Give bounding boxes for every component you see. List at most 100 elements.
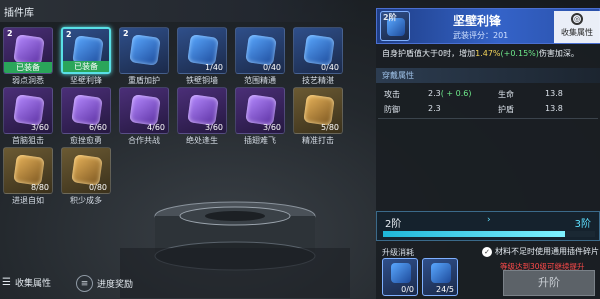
tier-to: 3阶 bbox=[574, 219, 591, 230]
attack-value: 2.3( + 0.6) bbox=[428, 89, 472, 98]
detail-title: 坚壁利锋 bbox=[453, 14, 502, 28]
plugin-count: 3/60 bbox=[205, 123, 223, 132]
plugin-card[interactable]: 6/60 愈挫愈勇 bbox=[60, 87, 112, 148]
plugin-tile: 0/80 bbox=[61, 147, 111, 194]
plugin-name: 坚壁利锋 bbox=[70, 76, 102, 85]
library-title-bar: 插件库 bbox=[0, 0, 360, 22]
plugin-level: 2 bbox=[66, 30, 72, 39]
material-icon bbox=[431, 263, 451, 283]
collect-attr-tab[interactable]: ◎ 收集属性 bbox=[554, 11, 600, 43]
attr-divider bbox=[378, 118, 598, 119]
plugin-name: 重盾加护 bbox=[128, 76, 160, 85]
defense-label: 防御 bbox=[384, 105, 400, 114]
machine-decoration bbox=[120, 201, 350, 298]
material-slot[interactable]: 0/0 bbox=[382, 258, 418, 296]
use-generic-toggle[interactable]: ✓ 材料不足时使用通用插件碎片 bbox=[482, 246, 599, 257]
plugin-icon bbox=[129, 34, 161, 66]
plugin-card[interactable]: 2 已装备 弱点洞悉 bbox=[2, 27, 54, 88]
plugin-card[interactable]: 2 重盾加护 bbox=[118, 27, 170, 88]
plugin-count: 3/60 bbox=[31, 123, 49, 132]
attack-label: 攻击 bbox=[384, 90, 400, 99]
plugin-name: 进退自如 bbox=[12, 196, 44, 205]
tier-from: 2阶 bbox=[385, 219, 402, 230]
plugin-icon bbox=[13, 94, 45, 126]
plugin-card[interactable]: 5/80 精准打击 bbox=[292, 87, 344, 148]
upgrade-button[interactable]: 升阶 bbox=[503, 270, 595, 296]
plugin-tile: 4/60 bbox=[119, 87, 169, 134]
progress-reward-button[interactable]: ≡ 进度奖励 bbox=[76, 275, 133, 292]
shield-value: 13.8 bbox=[545, 104, 563, 113]
plugin-icon bbox=[187, 94, 219, 126]
plugin-count: 3/60 bbox=[263, 123, 281, 132]
plugin-name: 精准打击 bbox=[302, 136, 334, 145]
plugin-icon bbox=[129, 94, 161, 126]
plugin-tile: 1/40 bbox=[177, 27, 227, 74]
plugin-name: 合作共战 bbox=[128, 136, 160, 145]
plugin-card[interactable]: 1/40 铁壁铜墙 bbox=[176, 27, 228, 88]
plugin-level: 2 bbox=[7, 29, 13, 38]
plugin-card[interactable]: 0/80 积少成多 bbox=[60, 147, 112, 208]
tier-progress-box: 2阶 › 3阶 bbox=[376, 211, 600, 241]
plugin-card[interactable]: 3/60 首脑狙击 bbox=[2, 87, 54, 148]
plugin-name: 积少成多 bbox=[70, 196, 102, 205]
collect-tab-label: 收集属性 bbox=[561, 28, 593, 37]
plugin-name: 铁壁铜墙 bbox=[186, 76, 218, 85]
plugin-count: 5/80 bbox=[321, 123, 339, 132]
plugin-count: 4/60 bbox=[147, 123, 165, 132]
hp-value: 13.8 bbox=[545, 89, 563, 98]
plugin-count: 0/40 bbox=[321, 63, 339, 72]
material-count: 0/0 bbox=[401, 285, 414, 294]
detail-header: 2阶 坚壁利锋 武装评分：201 ◎ 收集属性 bbox=[376, 8, 600, 44]
defense-value: 2.3 bbox=[428, 104, 441, 113]
plugin-tile: 2 bbox=[119, 27, 169, 74]
collect-attr-button[interactable]: ☰ 收集属性 bbox=[2, 276, 51, 289]
plugin-tile: 2 已装备 bbox=[61, 27, 111, 74]
hp-label: 生命 bbox=[498, 90, 514, 99]
tier-fill bbox=[383, 231, 566, 237]
plugin-name: 绝处逢生 bbox=[186, 136, 218, 145]
use-generic-label: 材料不足时使用通用插件碎片 bbox=[495, 247, 599, 256]
plugin-count: 0/80 bbox=[89, 183, 107, 192]
plugin-card[interactable]: 3/60 绝处逢生 bbox=[176, 87, 228, 148]
plugin-card[interactable]: 0/40 技艺精湛 bbox=[292, 27, 344, 88]
plugin-card[interactable]: 3/60 插翅难飞 bbox=[234, 87, 286, 148]
equipped-badge: 已装备 bbox=[4, 62, 52, 73]
material-slot[interactable]: 24/5 bbox=[422, 258, 458, 296]
plugin-card[interactable]: 2 已装备坚壁利锋 bbox=[60, 27, 112, 88]
detail-level: 2阶 bbox=[383, 13, 397, 22]
progress-reward-label: 进度奖励 bbox=[97, 280, 134, 290]
plugin-card[interactable]: 4/60 合作共战 bbox=[118, 87, 170, 148]
plugin-name: 首脑狙击 bbox=[12, 136, 44, 145]
material-icon bbox=[391, 263, 411, 283]
effect-description: 自身护盾值大于0时，增加1.47%(+0.15%)伤害加深。 bbox=[382, 49, 579, 58]
plugin-icon bbox=[71, 154, 103, 186]
plugin-tile: 0/40 bbox=[235, 27, 285, 74]
list-icon: ☰ bbox=[2, 277, 11, 288]
plugin-name: 愈挫愈勇 bbox=[70, 136, 102, 145]
plugin-name: 范围精通 bbox=[244, 76, 276, 85]
plugin-icon bbox=[187, 34, 219, 66]
plugin-tile: 0/40 bbox=[293, 27, 343, 74]
plugin-tile: 3/60 bbox=[235, 87, 285, 134]
tier-track bbox=[383, 231, 595, 237]
plugin-count: 0/40 bbox=[263, 63, 281, 72]
equipped-badge: 已装备 bbox=[63, 61, 109, 72]
plugin-icon bbox=[245, 34, 277, 66]
arrow-right-icon: › bbox=[487, 215, 491, 225]
plugin-tile: 5/80 bbox=[293, 87, 343, 134]
shield-label: 护盾 bbox=[498, 105, 514, 114]
reward-icon: ≡ bbox=[76, 275, 93, 292]
plugin-icon bbox=[13, 154, 45, 186]
cost-title: 升级消耗 bbox=[382, 248, 414, 257]
detail-score: 武装评分：201 bbox=[453, 31, 509, 40]
check-icon: ✓ bbox=[482, 246, 492, 257]
plugin-tile: 6/60 bbox=[61, 87, 111, 134]
plugin-card[interactable]: 0/40 范围精通 bbox=[234, 27, 286, 88]
plugin-tile: 3/60 bbox=[3, 87, 53, 134]
plugin-card[interactable]: 8/80 进退自如 bbox=[2, 147, 54, 208]
wear-attr-title: 穿戴属性 bbox=[382, 71, 414, 80]
plugin-count: 8/80 bbox=[31, 183, 49, 192]
wear-attr-header: 穿戴属性 bbox=[376, 68, 600, 83]
plugin-icon: 2阶 bbox=[380, 11, 410, 41]
material-count: 24/5 bbox=[436, 285, 454, 294]
